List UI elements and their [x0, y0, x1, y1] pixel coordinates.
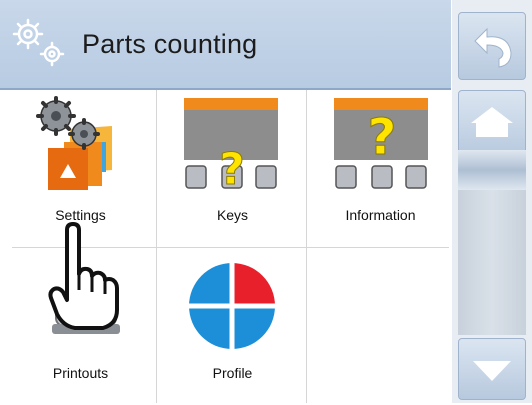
home-button[interactable]: [458, 90, 526, 158]
information-icon: ?: [334, 98, 428, 189]
profile-icon: [187, 261, 277, 351]
tile-keys[interactable]: ? Keys: [160, 92, 305, 247]
back-icon: [474, 27, 512, 68]
back-button[interactable]: [458, 12, 526, 80]
scroll-down-icon: [473, 361, 511, 381]
scroll-down-button[interactable]: [458, 338, 526, 400]
tile-label: Profile: [212, 365, 253, 381]
pointer-hand-icon: [48, 222, 119, 330]
gears-icon: [12, 18, 65, 67]
svg-text:?: ?: [219, 144, 245, 195]
page-title: Parts counting: [82, 29, 258, 59]
tile-label: Keys: [216, 207, 249, 223]
tile-information[interactable]: ? Information: [308, 92, 453, 247]
title-bar: Parts counting: [0, 0, 451, 90]
scrollbar-thumb[interactable]: [458, 150, 526, 190]
home-icon: [471, 107, 513, 137]
tile-profile[interactable]: Profile: [160, 250, 305, 405]
tile-label: Printouts: [52, 365, 109, 381]
right-sidebar: [452, 0, 532, 403]
svg-text:?: ?: [367, 108, 396, 166]
tile-empty: [308, 250, 453, 405]
keys-icon: ?: [184, 98, 278, 196]
tile-label: Information: [345, 207, 416, 223]
settings-gears-icon: [36, 96, 112, 190]
tile-label: Settings: [55, 207, 106, 223]
